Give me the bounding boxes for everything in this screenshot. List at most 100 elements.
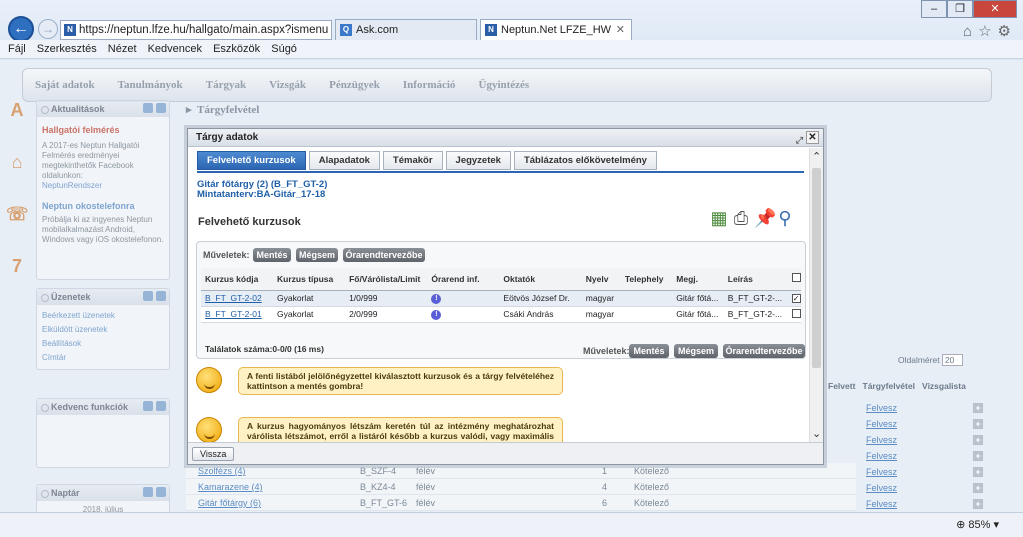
subject-link[interactable]: Gitár főtárgy (6) [198, 495, 261, 511]
close-panel-icon[interactable] [156, 103, 166, 113]
tab-temakor[interactable]: Témakör [382, 151, 443, 170]
felvesz-link[interactable]: Felvesz [866, 432, 897, 448]
tab-jegyzetek[interactable]: Jegyzetek [445, 151, 511, 170]
nav-targyak[interactable]: Tárgyak [206, 69, 246, 101]
tab-felveheto-kurzusok[interactable]: Felvehető kurzusok [197, 151, 306, 170]
home-icon[interactable]: ⌂ [6, 152, 28, 176]
messages-settings[interactable]: Beállítások [42, 337, 164, 351]
table-row[interactable]: B_FT_GT-2-01 Gyakorlat 2/0/999 ! Csáki A… [201, 306, 801, 323]
scroll-down-icon[interactable]: ⌄ [812, 427, 821, 440]
address-bar[interactable]: Nhttps://neptun.lfze.hu/hallgato/main.as… [60, 20, 332, 40]
cancel-button[interactable]: Mégsem [674, 344, 718, 358]
dialog-scrollbar[interactable]: ⌃ ⌄ [809, 148, 823, 442]
col-site[interactable]: Telephely [620, 268, 673, 291]
nav-vizsgak[interactable]: Vizsgák [269, 69, 306, 101]
phone-icon[interactable]: ☏ [6, 204, 29, 228]
font-size-icon[interactable]: A [6, 100, 28, 124]
timetable-planner-button[interactable]: Órarendtervezőbe [723, 344, 805, 358]
close-panel-icon[interactable] [156, 291, 166, 301]
messages-sent[interactable]: Elküldött üzenetek [42, 323, 164, 337]
menu-view[interactable]: Nézet [108, 40, 137, 59]
favorites-star-icon[interactable]: ☆ [978, 23, 997, 40]
back-button[interactable]: Vissza [192, 447, 235, 461]
calendar-icon[interactable]: 7 [6, 256, 28, 280]
felvesz-link[interactable]: Felvesz [866, 496, 897, 512]
tab-alapadatok[interactable]: Alapadatok [308, 151, 380, 170]
info-icon[interactable]: ! [431, 294, 442, 304]
add-icon[interactable]: + [973, 451, 983, 461]
minimize-panel-icon[interactable] [143, 103, 153, 113]
nav-tanulmanyok[interactable]: Tanulmányok [118, 69, 183, 101]
menu-help[interactable]: Súgó [271, 40, 297, 59]
news-link[interactable]: NeptunRendszer [42, 181, 102, 190]
timetable-planner-button[interactable]: Órarendtervezőbe [343, 248, 425, 262]
subject-link[interactable]: Szolfézs (4) [198, 463, 246, 479]
print-icon[interactable]: ⎙ [732, 208, 754, 229]
minimize-panel-icon[interactable] [143, 487, 153, 497]
nav-informacio[interactable]: Információ [403, 69, 456, 101]
messages-inbox[interactable]: Beérkezett üzenetek [42, 309, 164, 323]
col-language[interactable]: Nyelv [581, 268, 621, 291]
row-checkbox[interactable] [791, 308, 801, 318]
add-icon[interactable]: + [973, 419, 983, 429]
add-icon[interactable]: + [973, 499, 983, 509]
add-icon[interactable]: + [973, 483, 983, 493]
tab-neptun[interactable]: N Neptun.Net LFZE_HW ✕ [480, 19, 632, 41]
table-row[interactable]: B_FT_GT-2-02 Gyakorlat 1/0/999 ! Eötvös … [201, 290, 801, 307]
page-size-select[interactable]: 20 [941, 354, 964, 366]
add-icon[interactable]: + [973, 403, 983, 413]
col-limit[interactable]: Fő/Várólista/Limit [345, 268, 428, 291]
col-course-type[interactable]: Kurzus típusa [273, 268, 346, 291]
menu-edit[interactable]: Szerkesztés [37, 40, 97, 59]
minimize-panel-icon[interactable] [143, 401, 153, 411]
back-arrow-icon[interactable]: ← [8, 16, 34, 42]
home-icon[interactable]: ⌂ [963, 23, 978, 40]
subject-link[interactable]: Kamarazene (4) [198, 479, 263, 495]
felvesz-link[interactable]: Felvesz [866, 416, 897, 432]
add-icon[interactable]: + [973, 467, 983, 477]
nav-ugyintezes[interactable]: Ügyintézés [479, 69, 530, 101]
close-tab-icon[interactable]: ✕ [616, 20, 625, 40]
scroll-thumb[interactable] [812, 168, 821, 368]
menu-favorites[interactable]: Kedvencek [148, 40, 202, 59]
nav-sajat-adatok[interactable]: Saját adatok [35, 69, 95, 101]
cancel-button[interactable]: Mégsem [296, 248, 338, 262]
felvesz-link[interactable]: Felvesz [866, 448, 897, 464]
minimize-icon[interactable]: – [921, 0, 947, 18]
col-teachers[interactable]: Oktatók [499, 268, 582, 291]
select-all-checkbox[interactable] [791, 273, 801, 283]
close-panel-icon[interactable] [156, 487, 166, 497]
messages-directory[interactable]: Címtár [42, 351, 164, 365]
settings-gear-icon[interactable]: ⚙ [998, 23, 1017, 40]
course-code-link[interactable]: B_FT_GT-2-02 [205, 293, 262, 303]
maximize-icon[interactable]: ❐ [947, 0, 973, 18]
zoom-level[interactable]: ⊕ 85% ▾ [956, 518, 999, 531]
col-select-all[interactable] [787, 268, 801, 291]
felvesz-link[interactable]: Felvesz [866, 480, 897, 496]
close-panel-icon[interactable] [156, 401, 166, 411]
info-icon[interactable]: ! [431, 310, 442, 320]
minimize-panel-icon[interactable] [143, 291, 153, 301]
search-icon[interactable]: ⚲ [776, 208, 798, 229]
tab-ask[interactable]: Q Ask.com [335, 19, 477, 41]
close-window-icon[interactable]: ✕ [973, 0, 1017, 18]
nav-penzugyek[interactable]: Pénzügyek [329, 69, 380, 101]
save-button[interactable]: Mentés [629, 344, 669, 358]
scroll-up-icon[interactable]: ⌃ [812, 150, 821, 163]
close-icon[interactable]: ✕ [806, 131, 819, 144]
col-description[interactable]: Leírás [723, 268, 788, 291]
forward-arrow-icon[interactable]: → [38, 19, 58, 39]
menu-tools[interactable]: Eszközök [213, 40, 260, 59]
add-icon[interactable]: + [973, 435, 983, 445]
row-checkbox-checked[interactable]: ✓ [791, 294, 801, 303]
resize-icon[interactable]: ⤢ [796, 131, 803, 149]
col-course-code[interactable]: Kurzus kódja [201, 268, 274, 291]
felvesz-link[interactable]: Felvesz [866, 464, 897, 480]
tab-tablazatos-elokovetelmeny[interactable]: Táblázatos előkövetelmény [513, 151, 657, 170]
menu-file[interactable]: Fájl [8, 40, 26, 59]
save-button[interactable]: Mentés [253, 248, 291, 262]
pin-icon[interactable]: 📌 [754, 208, 776, 229]
course-code-link[interactable]: B_FT_GT-2-01 [205, 309, 262, 319]
excel-export-icon[interactable]: ▦ [710, 208, 732, 229]
col-timetable-info[interactable]: Órarend inf. [427, 268, 500, 291]
